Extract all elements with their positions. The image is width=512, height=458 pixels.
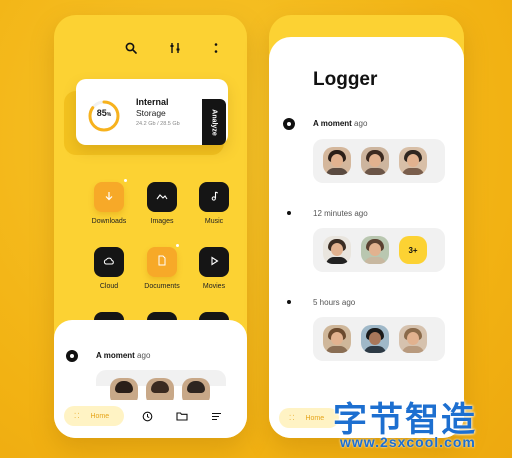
- menu-icon[interactable]: [210, 410, 222, 422]
- avatar-group[interactable]: [96, 370, 226, 406]
- tile-label-music: Music: [204, 218, 224, 225]
- timeline-marker: [66, 350, 78, 362]
- storage-percent: 85%: [96, 108, 112, 118]
- avatar-group[interactable]: 3+: [313, 228, 445, 272]
- storage-title: Internal: [136, 97, 169, 107]
- more-avatars-badge[interactable]: 3+: [399, 236, 427, 264]
- home-icon: ⁚⁚: [74, 413, 81, 420]
- images-tile[interactable]: [147, 182, 177, 212]
- play-icon: [209, 253, 219, 271]
- tile-label-downloads: Downloads: [91, 218, 127, 225]
- left-phone-screen: 85% Internal Storage 24.2 Gb / 28.5 Gb A…: [54, 15, 247, 438]
- watermark-url: www.2sxcool.com: [340, 434, 476, 450]
- storage-subtitle: Storage: [136, 108, 166, 118]
- timeline-time: 12 minutes ago: [313, 209, 368, 218]
- analyze-button[interactable]: Analyze: [202, 99, 226, 145]
- bottom-navbar: ⁚⁚ Home: [54, 400, 247, 438]
- timeline-marker: [287, 300, 291, 304]
- downloads-tile[interactable]: [94, 182, 124, 212]
- folder-icon[interactable]: [176, 410, 188, 422]
- sparkle-dot: [176, 244, 179, 247]
- filter-icon[interactable]: [168, 41, 182, 55]
- timeline-marker: [287, 211, 291, 215]
- avatar: [361, 236, 389, 264]
- tile-label-documents: Documents: [144, 283, 180, 290]
- document-icon: [157, 253, 167, 271]
- avatar: [399, 325, 427, 353]
- image-icon: [156, 188, 168, 206]
- music-tile[interactable]: [199, 182, 229, 212]
- download-icon: [104, 188, 114, 206]
- documents-tile[interactable]: [147, 247, 177, 277]
- avatar-group[interactable]: [313, 139, 445, 183]
- music-icon: [209, 188, 219, 206]
- avatar: [323, 147, 351, 175]
- movies-tile[interactable]: [199, 247, 229, 277]
- avatar: [361, 147, 389, 175]
- avatar-group[interactable]: [313, 317, 445, 361]
- right-phone-screen: Logger A moment ago 12 minutes ago 3+ 5 …: [269, 15, 464, 438]
- timeline-marker: [283, 118, 295, 130]
- tile-label-cloud: Cloud: [99, 283, 119, 290]
- cloud-tile[interactable]: [94, 247, 124, 277]
- avatar: [323, 236, 351, 264]
- search-icon[interactable]: [124, 41, 138, 55]
- page-title: Logger: [313, 69, 378, 90]
- avatar: [399, 147, 427, 175]
- timeline-time: 5 hours ago: [313, 298, 356, 307]
- nav-home[interactable]: ⁚⁚ Home: [279, 408, 339, 428]
- activity-sheet[interactable]: A moment ago ⁚⁚ Home: [54, 320, 247, 438]
- clock-icon[interactable]: [141, 410, 153, 422]
- storage-usage: 24.2 Gb / 28.5 Gb: [136, 121, 180, 127]
- avatar: [361, 325, 389, 353]
- nav-home[interactable]: ⁚⁚ Home: [64, 406, 124, 426]
- avatar: [323, 325, 351, 353]
- home-icon: ⁚⁚: [289, 415, 296, 422]
- tile-label-images: Images: [150, 218, 174, 225]
- tile-label-movies: Movies: [202, 283, 226, 290]
- timeline-time: A moment ago: [313, 119, 368, 128]
- sparkle-dot: [124, 179, 127, 182]
- more-icon[interactable]: [211, 41, 221, 55]
- timeline-time: A moment ago: [96, 351, 151, 360]
- cloud-icon: [103, 253, 115, 271]
